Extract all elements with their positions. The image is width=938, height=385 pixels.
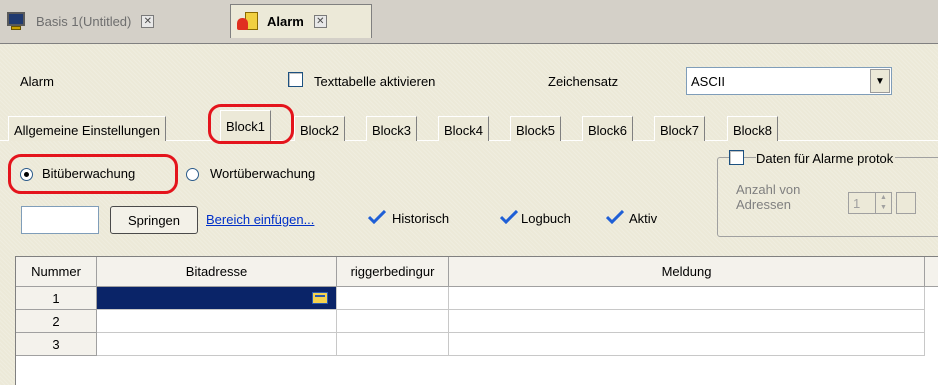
anzahl-spinner: 1 ▲ ▼ [848, 192, 892, 214]
doc-tab-alarm[interactable]: Alarm ✕ [230, 4, 372, 38]
table-cell[interactable] [97, 310, 337, 333]
column-header-nummer[interactable]: Nummer [16, 257, 97, 287]
anzahl-value: 1 [853, 196, 861, 211]
doc-tab-label: Alarm [267, 14, 304, 29]
column-header-triggerbedingung[interactable]: riggerbedingur [337, 257, 449, 287]
historisch-check-icon[interactable] [368, 210, 386, 224]
word-monitoring-radio[interactable] [186, 168, 199, 181]
charset-select[interactable]: ASCII ▼ [686, 67, 892, 95]
table-cell[interactable] [449, 287, 925, 310]
document-tab-bar: Basis 1(Untitled) ✕ Alarm ✕ [0, 0, 938, 44]
close-icon[interactable]: ✕ [313, 15, 327, 28]
zeichensatz-label: Zeichensatz [548, 74, 619, 89]
tab-block4[interactable]: Block4 [438, 116, 490, 141]
anzahl-label: Anzahl von Adressen [736, 182, 800, 212]
highlight-bit-monitoring [8, 154, 178, 194]
table-cell[interactable] [337, 333, 449, 356]
tab-allgemeine-einstellungen[interactable]: Allgemeine Einstellungen [8, 116, 166, 141]
tab-block8[interactable]: Block8 [727, 116, 779, 141]
highlight-block1-tab [208, 104, 294, 144]
bereich-einfuegen-link[interactable]: Bereich einfügen... [206, 212, 314, 227]
doc-tab-basis[interactable]: Basis 1(Untitled) ✕ [0, 4, 228, 38]
spinner-arrows-icon: ▲ ▼ [875, 193, 891, 213]
screen-icon [6, 12, 26, 30]
aktiv-label: Aktiv [629, 211, 658, 226]
word-monitoring-label: Wortüberwachung [210, 166, 316, 181]
jump-input[interactable] [21, 206, 99, 234]
aktiv-check-icon[interactable] [606, 210, 624, 224]
table-cell[interactable] [449, 310, 925, 333]
tab-block6[interactable]: Block6 [582, 116, 634, 141]
anzahl-label-line2: Adressen [736, 197, 791, 212]
column-header-meldung[interactable]: Meldung [449, 257, 925, 287]
anzahl-label-line1: Anzahl von [736, 182, 801, 197]
tab-block2[interactable]: Block2 [294, 116, 346, 141]
logbuch-label: Logbuch [521, 211, 571, 226]
table-cell[interactable] [337, 287, 449, 310]
keypad-icon [896, 192, 916, 214]
address-input-icon[interactable] [312, 292, 328, 304]
column-header-bitadresse[interactable]: Bitadresse [97, 257, 337, 287]
texttabelle-label: Texttabelle aktivieren [314, 74, 436, 89]
tab-block5[interactable]: Block5 [510, 116, 562, 141]
close-icon[interactable]: ✕ [141, 14, 155, 28]
table-cell-bitadresse-selected[interactable] [97, 287, 337, 310]
tab-block3[interactable]: Block3 [366, 116, 418, 141]
springen-button[interactable]: Springen [110, 206, 198, 234]
daten-label: Daten für Alarme protok [756, 151, 896, 166]
alarm-doc-icon [237, 11, 259, 32]
texttabelle-checkbox[interactable] [288, 72, 303, 87]
row-header[interactable]: 2 [16, 310, 97, 333]
doc-tab-label: Basis 1(Untitled) [36, 13, 132, 29]
table-cell[interactable] [97, 333, 337, 356]
daten-checkbox[interactable] [729, 150, 744, 165]
logbuch-check-icon[interactable] [500, 210, 518, 224]
chevron-down-icon[interactable]: ▼ [870, 69, 890, 93]
historisch-label: Historisch [392, 211, 450, 226]
alarm-table: Nummer Bitadresse riggerbedingur Meldung… [15, 256, 938, 385]
alarm-label: Alarm [20, 74, 54, 89]
tab-block7[interactable]: Block7 [654, 116, 706, 141]
row-header[interactable]: 1 [16, 287, 97, 310]
table-cell[interactable] [449, 333, 925, 356]
row-header[interactable]: 3 [16, 333, 97, 356]
table-cell[interactable] [337, 310, 449, 333]
charset-value: ASCII [691, 74, 725, 89]
column-header-le[interactable]: Le [925, 257, 938, 287]
